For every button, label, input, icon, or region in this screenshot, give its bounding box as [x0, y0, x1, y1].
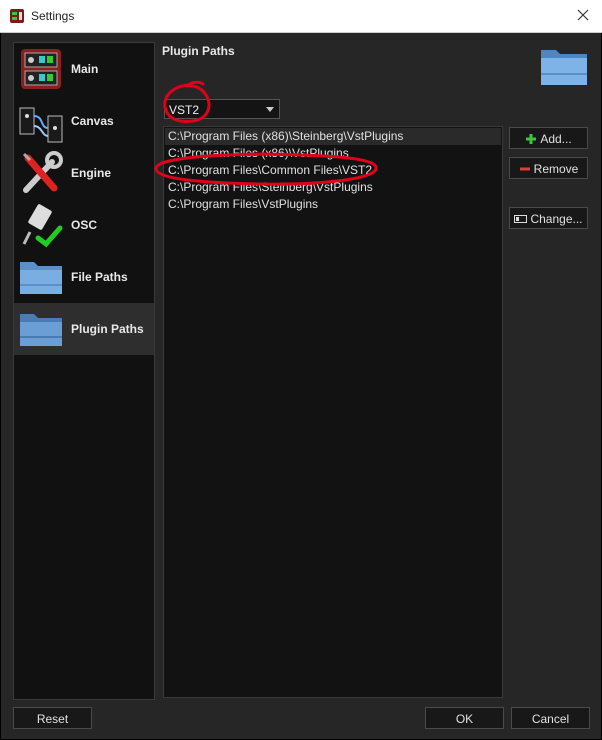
wrench-screwdriver-icon	[22, 151, 63, 193]
add-button-label: Add...	[540, 131, 572, 146]
app-icon	[10, 9, 24, 23]
change-path-button[interactable]: Change...	[509, 207, 588, 229]
circle-annotation-tail	[185, 80, 205, 88]
sidebar-item-label: Main	[71, 62, 99, 76]
patch-cables-icon	[19, 107, 63, 143]
remove-path-button[interactable]: Remove	[509, 157, 588, 179]
sidebar-item-engine[interactable]: Engine	[14, 147, 154, 199]
list-item[interactable]: C:\Program Files (x86)\Steinberg\VstPlug…	[165, 128, 501, 145]
list-item[interactable]: C:\Program Files\VstPlugins	[165, 196, 501, 213]
list-item[interactable]: C:\Program Files\Common Files\VST2	[165, 162, 501, 179]
folder-icon	[20, 314, 62, 346]
sidebar-item-label: Canvas	[71, 114, 114, 128]
page-title: Plugin Paths	[162, 44, 235, 58]
add-path-button[interactable]: Add...	[509, 127, 588, 149]
ok-button-label: OK	[455, 711, 474, 726]
reset-button-label: Reset	[36, 711, 69, 726]
sidebar-item-osc[interactable]: OSC	[14, 199, 154, 251]
plugin-path-list[interactable]: C:\Program Files (x86)\Steinberg\VstPlug…	[163, 126, 503, 698]
reset-button[interactable]: Reset	[13, 707, 92, 729]
ok-button[interactable]: OK	[425, 707, 504, 729]
sidebar-item-label: File Paths	[71, 270, 128, 284]
plus-icon	[526, 133, 537, 144]
network-plug-icon	[22, 204, 63, 248]
sidebar-item-label: OSC	[71, 218, 98, 232]
title-bar: Settings	[0, 0, 602, 33]
settings-sidebar: Main Canvas Engine OSC File Paths Plugin…	[13, 42, 155, 700]
sidebar-item-file-paths[interactable]: File Paths	[14, 251, 154, 303]
folder-icon	[20, 262, 62, 294]
close-icon[interactable]	[574, 6, 592, 24]
sidebar-item-plugin-paths[interactable]: Plugin Paths	[14, 303, 154, 355]
list-item[interactable]: C:\Program Files\Steinberg\VstPlugins	[165, 179, 501, 196]
sidebar-item-label: Plugin Paths	[71, 322, 144, 336]
patch-modules-icon	[21, 49, 61, 89]
sidebar-item-main[interactable]: Main	[14, 43, 154, 95]
window-title: Settings	[31, 9, 75, 23]
minus-icon	[519, 167, 530, 171]
remove-button-label: Remove	[533, 161, 579, 176]
cancel-button[interactable]: Cancel	[511, 707, 590, 729]
folder-icon	[541, 50, 587, 85]
chevron-down-icon	[266, 107, 274, 112]
change-button-label: Change...	[530, 211, 583, 226]
sidebar-item-label: Engine	[71, 166, 112, 180]
cancel-button-label: Cancel	[531, 711, 570, 726]
rename-icon	[514, 214, 528, 223]
sidebar-item-canvas[interactable]: Canvas	[14, 95, 154, 147]
settings-dialog: Main Canvas Engine OSC File Paths Plugin…	[1, 33, 601, 739]
plugin-type-select[interactable]: VST2	[164, 99, 280, 119]
plugin-type-value: VST2	[169, 103, 200, 117]
list-item[interactable]: C:\Program Files (x86)\VstPlugins	[165, 145, 501, 162]
